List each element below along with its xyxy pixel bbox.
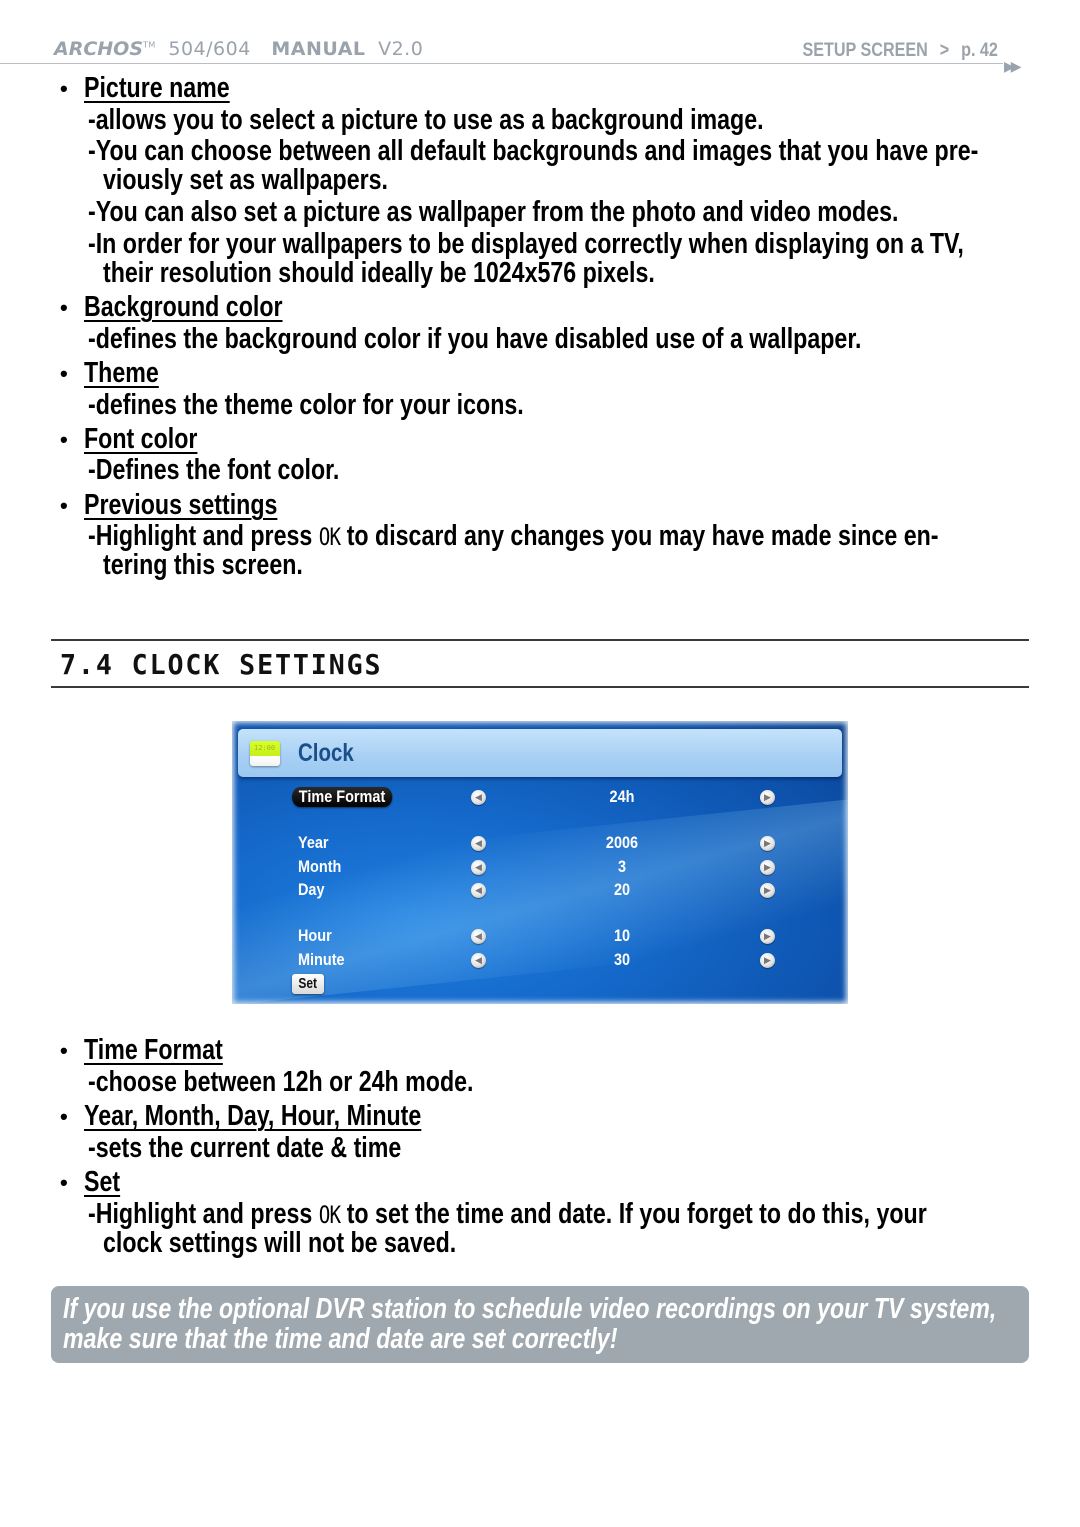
bullet-description: -You can also set a picture as wallpaper…	[88, 196, 899, 228]
bullet-description: -You can choose between all default back…	[88, 135, 979, 167]
bullet-title-text: Theme	[84, 357, 159, 389]
bullet-title: Theme	[84, 357, 159, 389]
bullet-icon: •	[60, 1104, 68, 1129]
bullet-description: -choose between 12h or 24h mode.	[88, 1066, 474, 1098]
decrement-arrow-icon[interactable]: ◀	[471, 836, 486, 851]
bullet-icon: •	[60, 295, 68, 320]
clock-screenshot: 12:00 Clock Time Format ◀ 24h ▶ Year ◀ 2006 ▶ Mo…	[232, 721, 848, 1004]
header-divider	[0, 63, 1003, 64]
breadcrumb-separator: >	[939, 40, 950, 61]
increment-arrow-icon[interactable]: ▶	[760, 929, 775, 944]
bullet-title: Picture name	[84, 72, 230, 104]
section-rule-top	[51, 639, 1029, 641]
increment-arrow-icon[interactable]: ▶	[760, 883, 775, 898]
increment-arrow-icon[interactable]: ▶	[760, 860, 775, 875]
bullet-description: -allows you to select a picture to use a…	[88, 104, 764, 136]
manual-title: ARCHOSTM 504/604 MANUAL V2.0	[54, 38, 423, 60]
section-heading: 7.4 CLOCK SETTINGS	[60, 648, 382, 681]
page-number: p. 42	[961, 40, 998, 61]
bullet-description: viously set as wallpapers.	[103, 164, 388, 196]
ok-button-glyph: OK	[318, 1201, 341, 1229]
decrement-arrow-icon[interactable]: ◀	[471, 953, 486, 968]
bullet-title-text: Year, Month, Day, Hour, Minute	[84, 1100, 422, 1132]
clock-row-label[interactable]: Time Format	[292, 787, 393, 807]
section-rule-bottom	[51, 686, 1029, 688]
bullet-icon: •	[60, 427, 68, 452]
note-line: If you use the optional DVR station to s…	[63, 1293, 997, 1325]
bullet-icon: •	[60, 1038, 68, 1063]
bullet-title-text: Font color	[84, 423, 198, 455]
version-label: V2.0	[378, 38, 424, 60]
decrement-arrow-icon[interactable]: ◀	[471, 929, 486, 944]
clock-row-label[interactable]: Minute	[298, 950, 345, 970]
clock-titlebar: 12:00 Clock	[238, 729, 842, 777]
brand-logo: ARCHOS	[54, 38, 144, 60]
clock-screen-title: Clock	[298, 739, 354, 767]
section-title: CLOCK SETTINGS	[131, 648, 383, 681]
bullet-description: -sets the current date & time	[88, 1132, 402, 1164]
breadcrumb: SETUP SCREEN > p. 42	[803, 40, 998, 62]
bullet-title-text: Picture name	[84, 72, 230, 104]
bullet-icon: •	[60, 493, 68, 518]
increment-arrow-icon[interactable]: ▶	[760, 836, 775, 851]
clock-row-label[interactable]: Hour	[298, 926, 332, 946]
bullet-title-text: Previous settings	[84, 489, 278, 521]
clock-row-label[interactable]: Day	[298, 880, 325, 900]
decrement-arrow-icon[interactable]: ◀	[471, 790, 486, 805]
bullet-title: Set	[84, 1166, 120, 1198]
bullet-description: their resolution should ideally be 1024x…	[103, 257, 655, 289]
bullet-description: clock settings will not be saved.	[103, 1227, 457, 1259]
clock-app-icon: 12:00	[250, 741, 280, 766]
breadcrumb-section[interactable]: SETUP SCREEN	[803, 40, 928, 61]
note-box: If you use the optional DVR station to s…	[51, 1286, 1029, 1363]
increment-arrow-icon[interactable]: ▶	[760, 953, 775, 968]
decrement-arrow-icon[interactable]: ◀	[471, 883, 486, 898]
bullet-description: -defines the background color if you hav…	[88, 323, 862, 355]
decrement-arrow-icon[interactable]: ◀	[471, 860, 486, 875]
bullet-title: Font color	[84, 423, 197, 455]
section-number: 7.4	[60, 648, 114, 681]
note-line: make sure that the time and date are set…	[63, 1323, 618, 1355]
page-header: ARCHOSTM 504/604 MANUAL V2.0 SETUP SCREE…	[0, 0, 1080, 80]
bullet-title-text: Time Format	[84, 1034, 223, 1066]
model-number: 504/604	[168, 38, 251, 60]
bullet-title-text: Set	[84, 1166, 121, 1198]
bullet-description: -Defines the font color.	[88, 454, 340, 486]
bullet-description: -defines the theme color for your icons.	[88, 389, 524, 421]
clock-row-label[interactable]: Month	[298, 857, 341, 877]
bullet-icon: •	[60, 1170, 68, 1195]
increment-arrow-icon[interactable]: ▶	[760, 790, 775, 805]
next-page-icon[interactable]: ▶▶	[1004, 58, 1021, 75]
clock-row-label[interactable]: Year	[298, 833, 329, 853]
bullet-title: Background color	[84, 291, 283, 323]
bullet-icon: •	[60, 361, 68, 386]
bullet-title: Time Format	[84, 1034, 223, 1066]
bullet-title: Year, Month, Day, Hour, Minute	[84, 1100, 421, 1132]
bullet-title: Previous settings	[84, 489, 277, 521]
ok-button-glyph: OK	[318, 523, 341, 551]
bullet-description: -In order for your wallpapers to be disp…	[88, 228, 964, 260]
manual-label: MANUAL	[271, 38, 366, 60]
set-button[interactable]: Set	[292, 974, 324, 994]
bullet-title-text: Background color	[84, 291, 283, 323]
trademark: TM	[143, 40, 156, 50]
bullet-description: tering this screen.	[103, 549, 303, 581]
bullet-icon: •	[60, 76, 68, 101]
